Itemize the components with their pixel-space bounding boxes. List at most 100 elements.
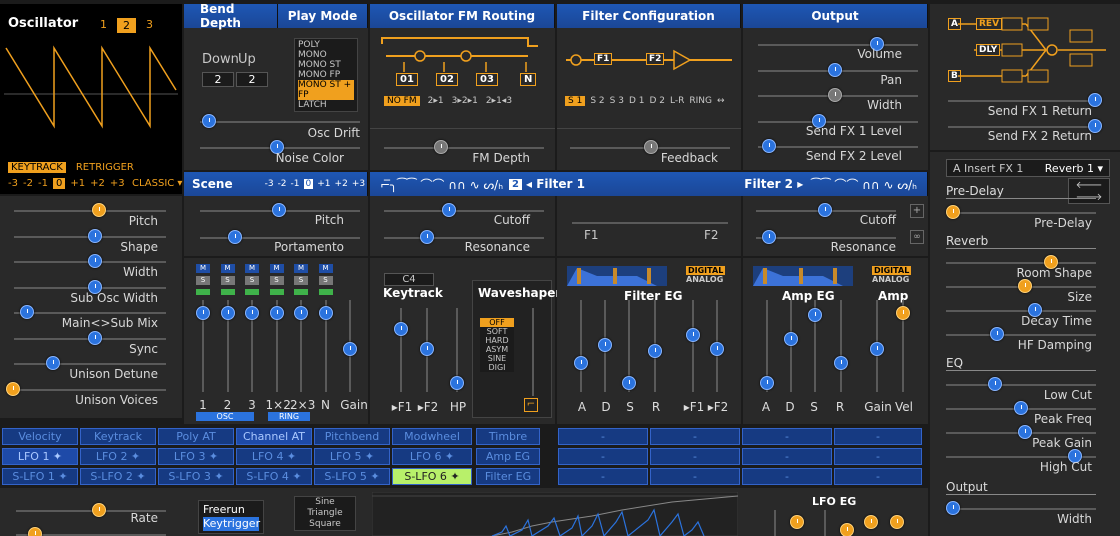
osc-2[interactable]: 2 [117,18,136,33]
portamento-knob[interactable] [228,230,242,244]
lfo-mode-selected[interactable]: Keytrigger [203,517,260,531]
filter2-link-icon[interactable]: ∞ [910,230,924,244]
play-mode-option[interactable]: MONO ST [298,60,354,70]
fx-slot-selector[interactable]: A Insert FX 1 Reverb 1 ▾ [946,159,1110,177]
mod-source-button[interactable]: LFO 6 ✦ [392,448,472,465]
mod-source-button[interactable]: - [558,428,648,445]
fx2-return-slider[interactable] [948,126,1098,128]
mod-source-button[interactable]: - [558,448,648,465]
mod-source-button[interactable]: Poly AT [158,428,234,445]
osc-param-slider[interactable] [14,210,166,212]
mod-source-button[interactable]: S-LFO 5 ✦ [314,468,390,485]
fm-mode[interactable]: NO FM [384,96,420,106]
amp-eg-knob[interactable] [784,332,798,346]
mute-button[interactable]: M [318,264,333,273]
route-indicator[interactable] [245,289,259,295]
mod-source-button[interactable]: Amp EG [476,448,540,465]
scene-oct[interactable]: +3 [352,179,365,189]
oct[interactable]: +3 [110,178,125,189]
fc-opt[interactable]: RING [689,96,712,106]
fx-param-knob[interactable] [946,501,960,515]
mixer-fader-knob[interactable] [318,306,333,320]
osc-1[interactable]: 1 [96,18,111,33]
fx-param-slider[interactable] [946,310,1096,312]
lfo-trigger-modes[interactable]: Freerun Keytrigger [198,500,264,534]
filter2-plus-button[interactable]: + [910,204,924,218]
fm-mode[interactable]: 2▸1 [428,96,444,106]
fx-param-knob[interactable] [946,205,960,219]
lfo-eg-knob-d[interactable] [790,515,804,529]
fx-slot-dly[interactable]: DLY [976,44,1001,56]
mod-source-button[interactable]: S-LFO 4 ✦ [236,468,312,485]
solo-button[interactable]: S [294,276,308,285]
play-mode-option-selected[interactable]: MONO ST + FP [298,80,354,100]
mod-source-button[interactable]: Channel AT [236,428,312,445]
fx-param-slider[interactable] [946,508,1096,510]
amp-eg-knob[interactable] [808,308,822,322]
osc-param-slider[interactable] [14,388,166,391]
mod-source-button[interactable]: S-LFO 2 ✦ [80,468,156,485]
scene-oct[interactable]: -3 [265,179,274,189]
ws-opt[interactable]: ASYM [480,345,514,354]
ws-opt[interactable]: HARD [480,336,514,345]
output-slider[interactable] [758,120,918,123]
fx-param-slider[interactable] [946,212,1096,214]
amp-eg-knob[interactable] [760,376,774,390]
play-mode-option[interactable]: LATCH [298,100,354,110]
filter1-types[interactable]: ⌐̅╮⁀⁀ ⌒⌒ ∩∩ ∿ ᔕ/ₕ [380,176,503,193]
mod-source-button[interactable]: S-LFO 6 ✦ [392,468,472,485]
filter-eg-slider[interactable] [580,300,582,392]
fm-mode-select[interactable]: NO FM 2▸1 3▸2▸1 2▸1◂3 [384,96,512,106]
lfo-shape[interactable]: Triangle [295,508,355,519]
mixer-fader-knob[interactable] [294,306,308,320]
fx-type-dropdown[interactable]: Reverb 1 ▾ [1045,162,1103,175]
scene-octaves[interactable]: -3 -2 -1 0 +1 +2 +3 [265,179,365,189]
route-indicator[interactable] [318,289,333,295]
amp-eg-digital[interactable]: DIGITAL [872,266,912,275]
play-mode-list[interactable]: POLY MONO MONO ST MONO FP MONO ST + FP L… [294,38,358,112]
osc-3[interactable]: 3 [142,18,157,33]
filter-config-select[interactable]: S 1 S 2 S 3 D 1 D 2 L-R RING ↔ [565,96,725,106]
fc-opt[interactable]: S 1 [565,96,586,106]
bend-up-value[interactable]: 2 [236,72,268,87]
amp-eg-slider[interactable] [840,300,842,392]
mixer-fader-knob[interactable] [220,306,235,320]
fc-opt[interactable]: S 2 [590,96,604,106]
mod-source-button[interactable]: S-LFO 1 ✦ [2,468,78,485]
mod-source-button[interactable]: - [558,468,648,485]
filter-eg-analog[interactable]: ANALOG [686,275,723,284]
route-indicator[interactable] [220,289,235,295]
output-slider[interactable] [758,44,918,46]
filter-2-title[interactable]: Filter 2 ▸ [744,177,803,191]
mod-source-button[interactable]: LFO 1 ✦ [2,448,78,465]
mod-source-button[interactable]: - [834,428,922,445]
amp-eg-knob[interactable] [896,306,910,320]
solo-button[interactable]: S [245,276,259,285]
ws-opt-selected[interactable]: OFF [480,318,514,327]
solo-button[interactable]: S [269,276,284,285]
filter-1-title[interactable]: ◂ Filter 1 [526,177,585,191]
oct[interactable]: -2 [23,178,33,189]
amp-eg-knob[interactable] [834,356,848,370]
lfo-eg-slider-a[interactable] [774,510,776,536]
filter-balance-slider[interactable] [572,222,728,224]
ws-opt[interactable]: DIGI [480,363,514,372]
play-mode-option[interactable]: MONO FP [298,70,354,80]
mixer-fader-knob[interactable] [269,306,284,320]
fx1-return-slider[interactable] [948,100,1098,102]
scene-oct[interactable]: -2 [278,179,287,189]
fx-param-slider[interactable] [946,262,1096,264]
bend-down-value[interactable]: 2 [202,72,234,87]
filter-eg-knob[interactable] [686,328,700,342]
mod-source-button[interactable]: - [834,448,922,465]
fm-depth-slider[interactable] [384,147,544,149]
oct[interactable]: +1 [70,178,85,189]
output-knob[interactable] [762,139,776,153]
solo-button[interactable]: S [196,276,210,285]
lfo-param2-knob[interactable] [28,527,42,536]
mute-button[interactable]: M [269,264,284,273]
keytrack-knob[interactable] [450,376,464,390]
waveshaper-slider[interactable] [532,308,534,396]
scene-oct[interactable]: -1 [291,179,300,189]
fc-opt[interactable]: ↔ [717,96,725,106]
